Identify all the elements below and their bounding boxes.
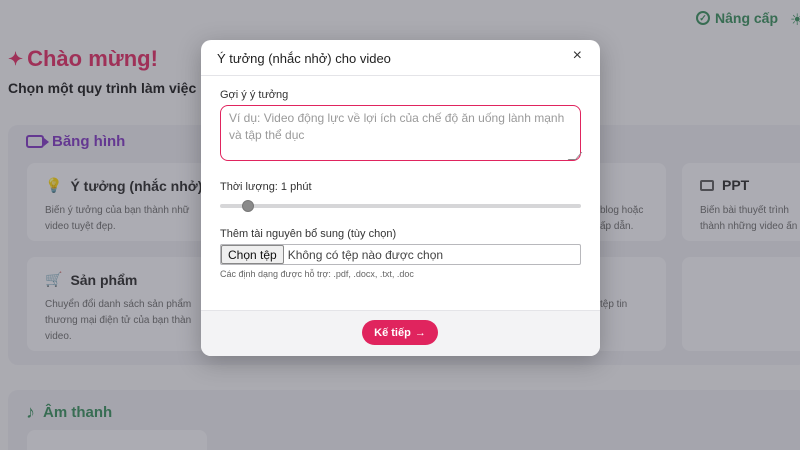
close-icon[interactable]: ×: [573, 48, 582, 64]
next-button[interactable]: Kế tiếp →: [362, 320, 438, 345]
resource-label: Thêm tài nguyên bổ sung (tùy chọn): [220, 228, 397, 240]
choose-file-button[interactable]: Chọn tệp: [221, 245, 284, 264]
idea-modal: Ý tưởng (nhắc nhở) cho video × Gợi ý ý t…: [201, 40, 600, 356]
file-input[interactable]: Chọn tệp Không có tệp nào được chọn: [220, 244, 581, 265]
duration-label: Thời lượng: 1 phút: [220, 181, 312, 193]
modal-header: Ý tưởng (nhắc nhở) cho video ×: [201, 40, 600, 76]
idea-label: Gợi ý ý tưởng: [220, 89, 289, 101]
arrow-right-icon: →: [414, 326, 426, 339]
file-format-hint: Các định dạng được hỗ trợ: .pdf, .docx, …: [220, 269, 414, 279]
modal-title: Ý tưởng (nhắc nhở) cho video: [217, 51, 391, 66]
file-status: Không có tệp nào được chọn: [287, 247, 444, 262]
modal-footer: Kế tiếp →: [201, 310, 600, 356]
duration-slider-track[interactable]: [220, 204, 581, 208]
next-button-label: Kế tiếp: [374, 326, 411, 339]
duration-slider-thumb[interactable]: [241, 200, 254, 212]
idea-textarea[interactable]: [220, 105, 581, 161]
